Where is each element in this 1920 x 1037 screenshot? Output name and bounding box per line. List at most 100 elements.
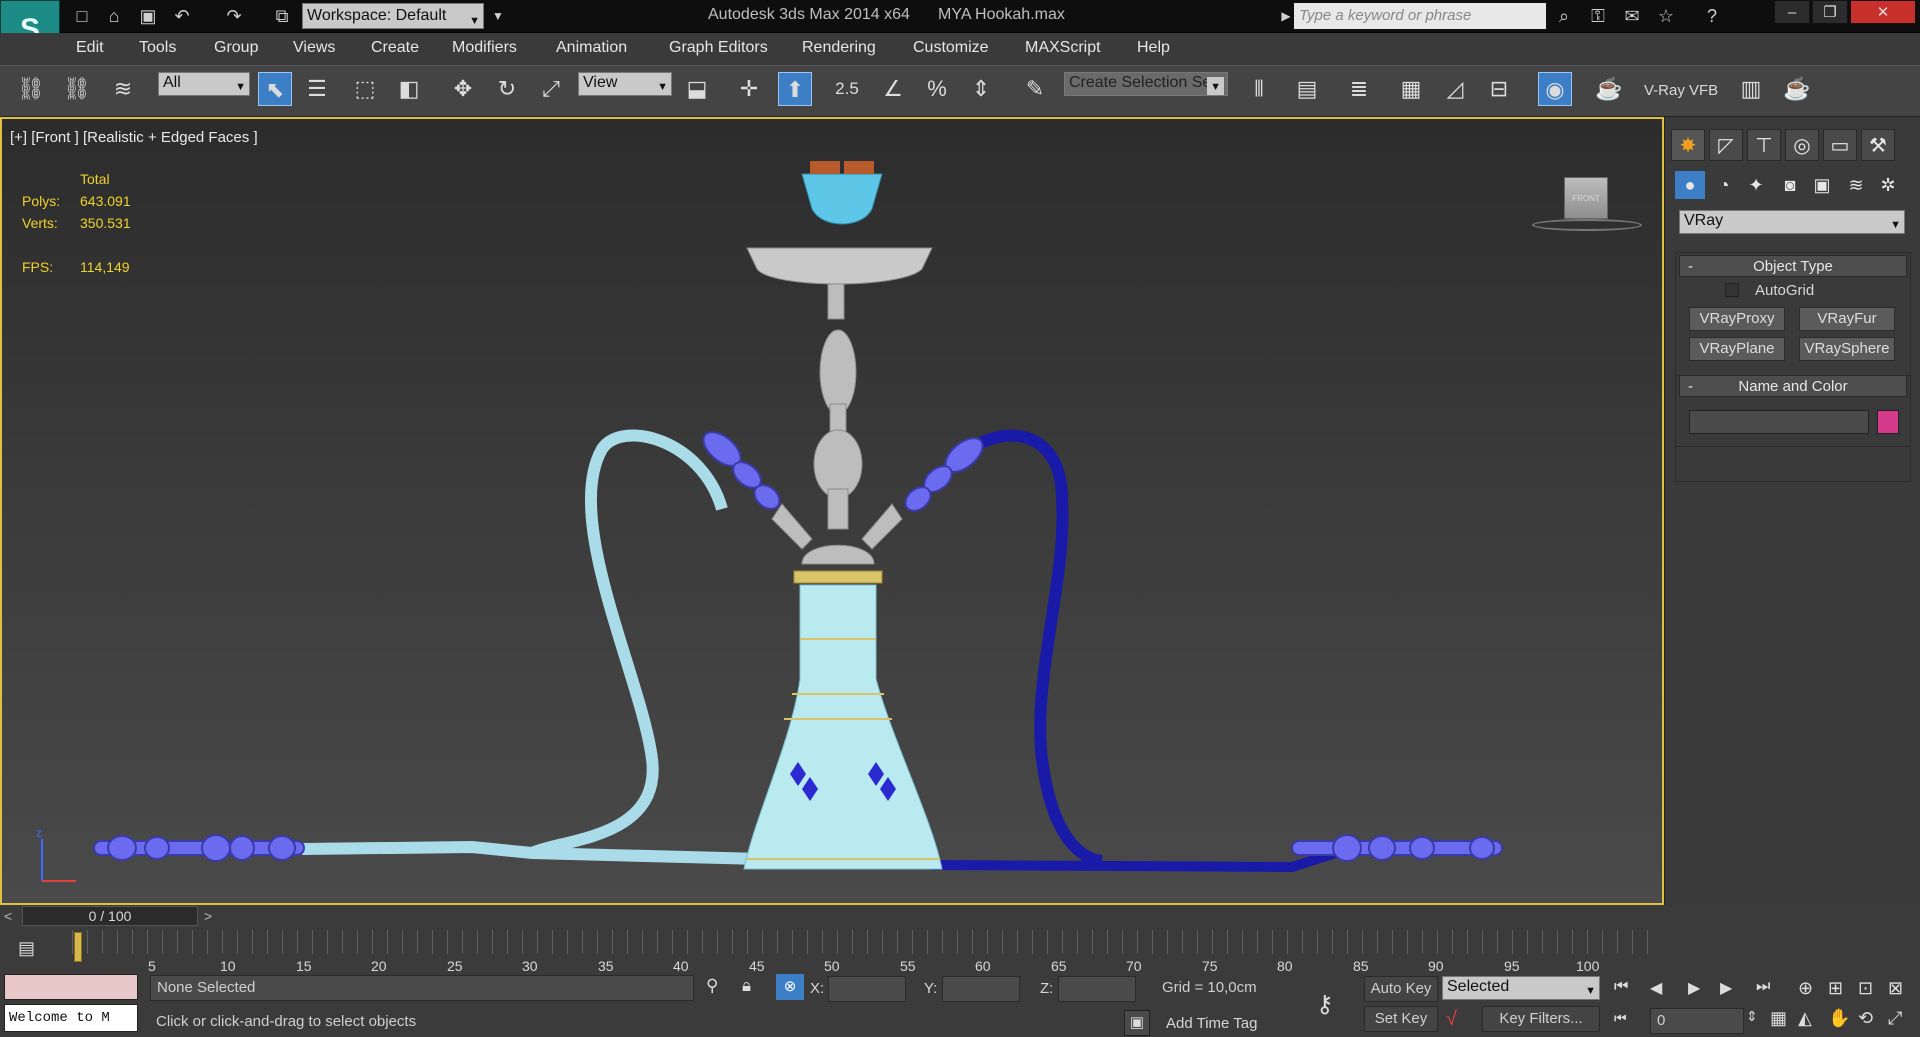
track-bar-ruler[interactable] [72, 930, 1662, 954]
bind-space-warp-icon[interactable]: ≋ [106, 72, 140, 106]
select-object-icon[interactable]: ⬉ [258, 72, 292, 106]
scene-explorer-icon[interactable]: ▦ [1394, 72, 1428, 106]
hookah-stem[interactable] [771, 268, 903, 565]
maxscript-listener-input[interactable]: Welcome to M [4, 1004, 138, 1032]
auto-key-button[interactable]: Auto Key [1364, 976, 1438, 1002]
set-key-mode-icon[interactable]: ⚷ [1316, 990, 1334, 1019]
move-icon[interactable]: ✥ [446, 72, 480, 106]
angle-snap-icon[interactable]: ∠ [876, 72, 910, 106]
timeline-frame-marker[interactable] [74, 932, 82, 962]
isolate-selection-icon[interactable]: ⚲ [706, 976, 718, 996]
key-mode-toggle-icon[interactable]: ⏮ [1614, 1010, 1627, 1027]
maximize-viewport-icon[interactable]: ⤢ [1888, 1008, 1902, 1029]
set-key-button[interactable]: Set Key [1364, 1006, 1438, 1032]
lights-icon[interactable]: ✦ [1741, 171, 1771, 199]
project-folder-icon[interactable]: ⧉ [270, 5, 294, 27]
mirror-icon[interactable]: ⫴ [1242, 72, 1276, 106]
spinner-snap-icon[interactable]: ⇕ [964, 72, 998, 106]
render-teapot-icon[interactable]: ☕ [1780, 72, 1814, 106]
workspace-dropdown[interactable]: Workspace: Default ▼ [302, 3, 484, 29]
material-editor-icon[interactable]: ◉ [1538, 72, 1572, 106]
time-configuration-icon[interactable]: ▦ [1770, 1008, 1787, 1029]
select-by-name-icon[interactable]: ☰ [300, 72, 334, 106]
menu-tools[interactable]: Tools [139, 39, 176, 57]
hose-right-floor[interactable] [931, 846, 1344, 873]
redo-icon[interactable]: ↷ [222, 5, 246, 27]
vrayproxy-button[interactable]: VRayProxy [1689, 307, 1785, 331]
menu-animation[interactable]: Animation [556, 39, 627, 57]
render-frame-icon[interactable]: ▥ [1734, 72, 1768, 106]
hose-left[interactable] [529, 429, 728, 859]
unlink-icon[interactable]: ⛓ [60, 72, 94, 106]
search-input[interactable]: Type a keyword or phrase [1294, 3, 1546, 29]
key-filter-curve-icon[interactable]: √ [1446, 1008, 1457, 1031]
timeslider-next-icon[interactable]: > [204, 908, 212, 924]
add-time-tag-button[interactable]: Add Time Tag [1166, 1015, 1257, 1032]
hookah-model[interactable] [2, 119, 1662, 903]
close-icon[interactable]: ✕ [1850, 0, 1916, 24]
communication-icon[interactable]: ✉ [1620, 5, 1644, 27]
create-tab-icon[interactable]: ✸ [1671, 129, 1705, 161]
play-icon[interactable]: ▶ [1688, 978, 1700, 998]
selection-lock-icon[interactable]: 🔒︎ [742, 976, 751, 996]
hose-left-floor[interactable] [301, 840, 763, 865]
key-icon[interactable]: ⚿ [1586, 5, 1610, 27]
scale-icon[interactable]: ⤢ [534, 72, 568, 106]
menu-edit[interactable]: Edit [76, 39, 104, 57]
undo-icon[interactable]: ↶ [170, 5, 194, 27]
object-color-swatch[interactable] [1877, 410, 1899, 434]
menu-views[interactable]: Views [293, 39, 335, 57]
select-manipulate-icon[interactable]: ✛ [732, 72, 766, 106]
utilities-tab-icon[interactable]: ⚒ [1861, 129, 1895, 161]
frame-spinner-icon[interactable]: ⇕ [1746, 1008, 1758, 1025]
percent-snap-icon[interactable]: % [920, 72, 954, 106]
modify-tab-icon[interactable]: ◸ [1709, 129, 1743, 161]
hookah-vase[interactable] [743, 584, 943, 870]
menu-rendering[interactable]: Rendering [802, 39, 876, 57]
pivot-center-icon[interactable]: ⬓ [680, 72, 714, 106]
menu-create[interactable]: Create [371, 39, 419, 57]
vrayplane-button[interactable]: VRayPlane [1689, 337, 1785, 361]
zoom-icon[interactable]: ⊕ [1798, 978, 1813, 999]
menu-customize[interactable]: Customize [913, 39, 989, 57]
zoom-extents-icon[interactable]: ⊡ [1858, 978, 1873, 999]
geometry-icon[interactable]: ● [1675, 171, 1705, 199]
mouthpiece-left[interactable] [93, 834, 305, 862]
rotate-icon[interactable]: ↻ [490, 72, 524, 106]
menu-modifiers[interactable]: Modifiers [452, 39, 517, 57]
save-icon[interactable]: ▣ [136, 5, 160, 27]
systems-icon[interactable]: ✲ [1873, 171, 1903, 199]
rectangle-selection-icon[interactable]: ⬚ [348, 72, 382, 106]
previous-frame-icon[interactable]: ◀ [1650, 978, 1662, 998]
key-filters-button[interactable]: Key Filters... [1482, 1006, 1600, 1032]
helpers-icon[interactable]: ▣ [1807, 171, 1837, 199]
motion-tab-icon[interactable]: ◎ [1785, 129, 1819, 161]
vrayfur-button[interactable]: VRayFur [1799, 307, 1895, 331]
space-warps-icon[interactable]: ≋ [1841, 171, 1871, 199]
menu-help[interactable]: Help [1137, 39, 1170, 57]
shapes-icon[interactable]: ◔ [1709, 171, 1739, 199]
time-tag-icon[interactable]: ▣ [1124, 1010, 1150, 1036]
timeslider-prev-icon[interactable]: < [4, 908, 12, 924]
maximize-icon[interactable]: ❐ [1812, 0, 1848, 24]
window-crossing-icon[interactable]: ◧ [392, 72, 426, 106]
x-coordinate-input[interactable] [828, 976, 906, 1002]
minimize-icon[interactable]: – [1774, 0, 1810, 24]
named-selection-set-dropdown[interactable]: Create Selection Se ▼ [1064, 72, 1228, 96]
favorites-star-icon[interactable]: ☆ [1654, 5, 1678, 27]
object-name-input[interactable] [1689, 410, 1869, 434]
object-category-dropdown[interactable]: VRay ▼ [1679, 210, 1905, 234]
reference-coordinate-dropdown[interactable]: View ▼ [578, 72, 672, 96]
layer-manager-icon[interactable]: ≣ [1342, 72, 1376, 106]
align-icon[interactable]: ▤ [1290, 72, 1324, 106]
open-file-icon[interactable]: ⌂ [102, 5, 126, 27]
binoculars-icon[interactable]: ⌕ [1552, 5, 1576, 27]
object-type-header[interactable]: - Object Type [1679, 255, 1907, 277]
selection-filter-dropdown[interactable]: All ▼ [158, 72, 250, 96]
cameras-icon[interactable]: ◙ [1775, 171, 1805, 199]
hierarchy-tab-icon[interactable]: ⊤ [1747, 129, 1781, 161]
absolute-mode-transform-icon[interactable]: ⊗ [776, 974, 804, 1000]
hose-connector-right[interactable] [901, 432, 989, 516]
hose-right[interactable] [953, 429, 1103, 867]
curve-editor-mini-icon[interactable]: ▤ [18, 938, 35, 959]
